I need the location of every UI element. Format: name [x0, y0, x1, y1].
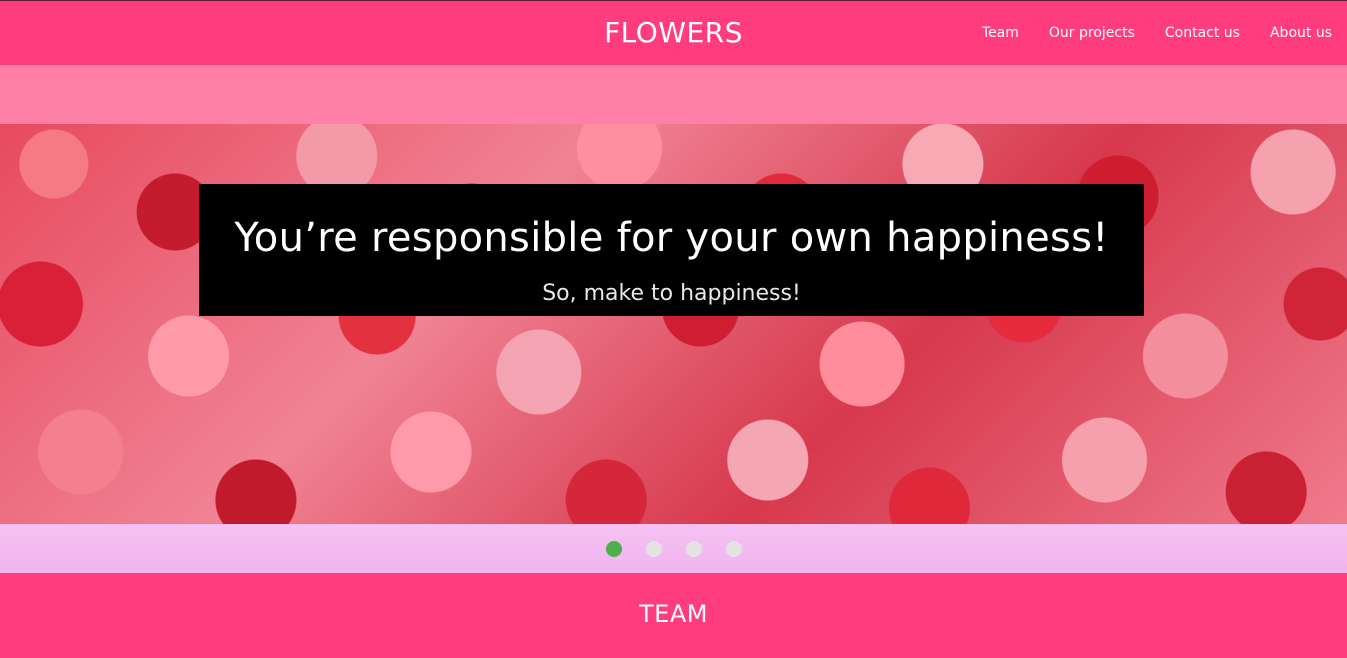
slider-pagination: [0, 524, 1347, 573]
team-heading: TEAM: [639, 600, 708, 628]
slide-dot-3[interactable]: [685, 540, 702, 557]
main-nav: Team Our projects Contact us About us: [982, 1, 1332, 65]
slide-dot-4[interactable]: [725, 540, 742, 557]
page: FLOWERS Team Our projects Contact us Abo…: [0, 0, 1347, 658]
hero-caption-box: You’re responsible for your own happines…: [199, 184, 1144, 316]
hero-slider[interactable]: You’re responsible for your own happines…: [0, 124, 1347, 524]
nav-link-team[interactable]: Team: [982, 25, 1019, 41]
nav-link-contact-us[interactable]: Contact us: [1165, 25, 1240, 41]
site-logo[interactable]: FLOWERS: [604, 16, 743, 49]
nav-link-about-us[interactable]: About us: [1270, 25, 1332, 41]
site-header: FLOWERS Team Our projects Contact us Abo…: [0, 0, 1347, 65]
slide-dot-1[interactable]: [605, 540, 622, 557]
hero-title: You’re responsible for your own happines…: [234, 215, 1109, 261]
slider-pagination-band: [0, 524, 1347, 573]
slide-dot-2[interactable]: [645, 540, 662, 557]
nav-link-our-projects[interactable]: Our projects: [1049, 25, 1135, 41]
team-section: TEAM: [0, 573, 1347, 658]
header-spacer-band: [0, 65, 1347, 124]
hero-subtitle: So, make to happiness!: [542, 281, 801, 306]
